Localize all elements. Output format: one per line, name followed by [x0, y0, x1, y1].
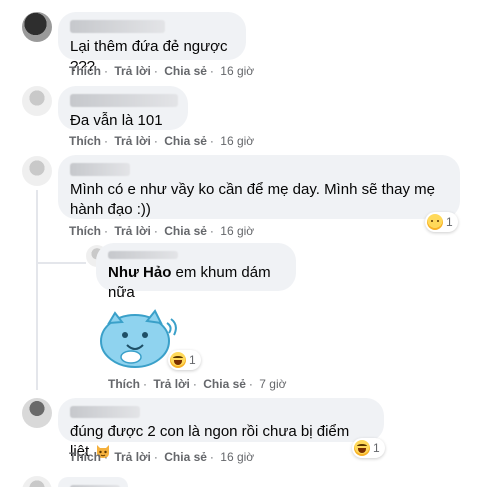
comment-bubble: Đa vẫn là 101 — [58, 86, 188, 130]
author-name-redacted[interactable] — [70, 163, 130, 176]
comment-actions: Thích · Trả lời · Chia sẻ · 16 giờ — [69, 450, 255, 464]
share-button[interactable]: Chia sẻ — [164, 64, 207, 78]
avatar[interactable] — [22, 476, 52, 487]
timestamp[interactable]: 16 giờ — [220, 134, 254, 148]
mention-link[interactable]: Như Hảo — [108, 264, 171, 281]
reaction-count: 1 — [446, 215, 453, 229]
like-button[interactable]: Thích — [69, 64, 101, 78]
share-button[interactable]: Chia sẻ — [164, 224, 207, 238]
reply-text: Như Hảo em khum dám nữa — [108, 263, 284, 303]
reply-button[interactable]: Trả lời — [114, 450, 151, 464]
comment-actions: Thích · Trả lời · Chia sẻ · 16 giờ — [69, 64, 255, 78]
laughing-face-icon — [170, 352, 186, 368]
avatar[interactable] — [22, 12, 52, 42]
avatar[interactable] — [22, 398, 52, 428]
share-button[interactable]: Chia sẻ — [164, 450, 207, 464]
reply-button[interactable]: Trả lời — [153, 377, 190, 391]
like-button[interactable]: Thích — [69, 224, 101, 238]
like-button[interactable]: Thích — [69, 450, 101, 464]
reaction-badge[interactable]: 1 — [425, 212, 458, 232]
reply-button[interactable]: Trả lời — [114, 224, 151, 238]
share-button[interactable]: Chia sẻ — [164, 134, 207, 148]
reaction-badge[interactable]: 1 — [352, 438, 385, 458]
reply-button[interactable]: Trả lời — [114, 64, 151, 78]
comment-bubble — [58, 477, 128, 487]
avatar[interactable] — [22, 156, 52, 186]
sad-face-icon — [427, 214, 443, 230]
reaction-count: 1 — [189, 353, 196, 367]
author-name-redacted[interactable] — [70, 406, 140, 418]
reply-thread-line — [36, 190, 38, 390]
timestamp[interactable]: 16 giờ — [220, 224, 254, 238]
comment-text: Mình có e như vầy ko cần để mẹ day. Mình… — [70, 181, 435, 218]
blue-cat-sticker[interactable] — [95, 305, 179, 371]
comment-actions: Thích · Trả lời · Chia sẻ · 16 giờ — [69, 224, 255, 238]
reply-button[interactable]: Trả lời — [114, 134, 151, 148]
comment-bubble: Mình có e như vầy ko cần để mẹ day. Mình… — [58, 155, 460, 219]
comment-bubble: Lại thêm đứa đẻ ngược ??? — [58, 12, 246, 75]
comment-text: Đa vẫn là 101 — [70, 112, 163, 129]
laughing-face-icon — [354, 440, 370, 456]
reaction-count: 1 — [373, 441, 380, 455]
reply-bubble: Như Hảo em khum dám nữa — [96, 243, 296, 301]
reply-actions: Thích · Trả lời · Chia sẻ · 7 giờ — [108, 377, 287, 391]
comment-actions: Thích · Trả lời · Chia sẻ · 16 giờ — [69, 134, 255, 148]
like-button[interactable]: Thích — [108, 377, 140, 391]
share-button[interactable]: Chia sẻ — [203, 377, 246, 391]
reply-connector — [36, 262, 86, 264]
comment-bubble: đúng được 2 con là ngon rồi chưa bị điểm… — [58, 398, 384, 460]
reaction-badge[interactable]: 1 — [168, 350, 201, 370]
like-button[interactable]: Thích — [69, 134, 101, 148]
timestamp[interactable]: 16 giờ — [220, 64, 254, 78]
author-name-redacted[interactable] — [108, 251, 178, 259]
author-name-redacted[interactable] — [70, 94, 178, 107]
author-name-redacted[interactable] — [70, 20, 165, 33]
timestamp[interactable]: 16 giờ — [220, 450, 254, 464]
timestamp[interactable]: 7 giờ — [259, 377, 286, 391]
avatar[interactable] — [22, 86, 52, 116]
